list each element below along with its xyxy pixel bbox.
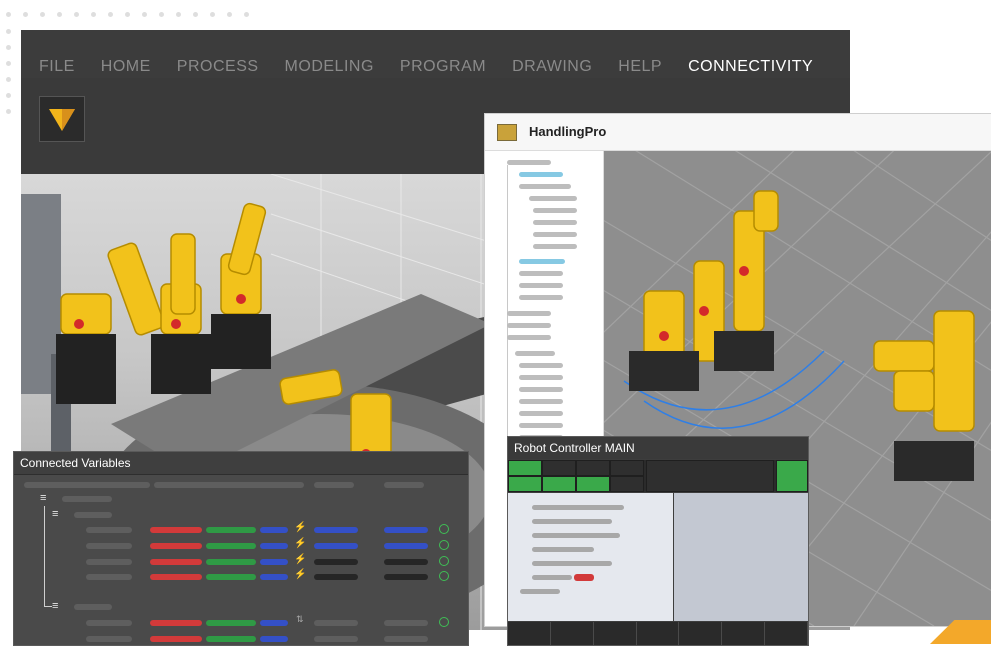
tree-item[interactable] [533, 232, 577, 237]
program-line[interactable] [532, 533, 620, 538]
tree-item[interactable] [519, 399, 563, 404]
status-display [646, 460, 774, 492]
tree-item[interactable] [519, 375, 563, 380]
tree-item[interactable] [507, 323, 551, 328]
tree-item[interactable] [519, 283, 563, 288]
robot-controller-title-bar: Robot Controller MAIN [508, 437, 808, 459]
column-header [24, 482, 150, 488]
program-line[interactable] [532, 505, 624, 510]
program-line[interactable] [532, 547, 594, 552]
menu: FILE HOME PROCESS MODELING PROGRAM DRAWI… [39, 58, 839, 76]
column-header [154, 482, 304, 488]
robot-controller-panel: Robot Controller MAIN [507, 436, 809, 646]
column-header [314, 482, 354, 488]
tree-item-selected[interactable] [519, 172, 563, 177]
tree-item-selected[interactable] [519, 259, 565, 264]
status-cell [508, 476, 542, 492]
status-cell [576, 476, 610, 492]
function-key[interactable] [722, 622, 766, 645]
robot-controller-title: Robot Controller MAIN [514, 441, 635, 455]
status-cell [542, 476, 576, 492]
tree-item[interactable] [515, 351, 555, 356]
tree-item[interactable] [533, 220, 577, 225]
tree-item[interactable] [519, 363, 563, 368]
function-key[interactable] [508, 622, 551, 645]
list-icon[interactable]: ≡ [52, 600, 58, 612]
controller-status-grid [508, 460, 808, 492]
tree-connector [44, 506, 45, 606]
tree-item[interactable] [519, 423, 563, 428]
connected-variables-title: Connected Variables [20, 456, 131, 470]
list-icon[interactable]: ≡ [40, 492, 46, 504]
function-key[interactable] [594, 622, 637, 645]
menu-item-process[interactable]: PROCESS [177, 58, 259, 76]
tree-item[interactable] [507, 160, 551, 165]
check-circle-icon [439, 556, 449, 566]
status-cell [610, 476, 644, 492]
program-line[interactable] [532, 575, 572, 580]
menu-item-modeling[interactable]: MODELING [285, 58, 374, 76]
status-cell [542, 460, 576, 476]
tree-item[interactable] [519, 411, 563, 416]
tree-item[interactable] [529, 196, 577, 201]
tree-item[interactable] [519, 387, 563, 392]
menu-item-home[interactable]: HOME [101, 58, 151, 76]
function-key[interactable] [551, 622, 594, 645]
tree-item[interactable] [507, 311, 551, 316]
check-circle-icon [439, 617, 449, 627]
tree-item[interactable] [519, 295, 563, 300]
status-indicator [776, 460, 808, 492]
check-circle-icon [439, 540, 449, 550]
menu-item-file[interactable]: FILE [39, 58, 75, 76]
function-key[interactable] [637, 622, 680, 645]
function-key[interactable] [765, 622, 809, 645]
connected-variables-panel: Connected Variables ≡ ≡ ⚡ ⚡ ⚡ ⚡ ≡ ⇅ [13, 451, 469, 646]
program-line[interactable] [532, 519, 612, 524]
check-circle-icon [439, 524, 449, 534]
status-cell [576, 460, 610, 476]
link-icon: ⇅ [296, 614, 304, 624]
menu-item-drawing[interactable]: DRAWING [512, 58, 592, 76]
tree-item[interactable] [519, 184, 571, 189]
handlingpro-title-bar: HandlingPro [485, 114, 991, 151]
status-cell [508, 460, 542, 476]
tree-item[interactable] [519, 271, 563, 276]
function-key[interactable] [679, 622, 723, 645]
handlingpro-app-icon [497, 124, 517, 141]
lightning-icon: ⚡ [294, 569, 307, 580]
column-header [384, 482, 424, 488]
function-key-bar [508, 622, 809, 645]
menu-item-program[interactable]: PROGRAM [400, 58, 486, 76]
lightning-icon: ⚡ [294, 554, 307, 565]
status-cell [610, 460, 644, 476]
group-label [62, 496, 112, 502]
program-line[interactable] [520, 589, 560, 594]
menu-item-connectivity[interactable]: CONNECTIVITY [688, 58, 813, 76]
list-icon[interactable]: ≡ [52, 508, 58, 520]
controller-side-panel [674, 493, 808, 621]
vendor-v-logo-icon[interactable] [39, 96, 85, 142]
lightning-icon: ⚡ [294, 522, 307, 533]
connected-variables-title-bar: Connected Variables [14, 452, 468, 475]
group-label [74, 604, 112, 610]
tree-item[interactable] [507, 335, 551, 340]
lightning-icon: ⚡ [294, 538, 307, 549]
program-listing[interactable] [508, 493, 673, 621]
tree-item[interactable] [533, 208, 577, 213]
error-marker [574, 574, 594, 581]
check-circle-icon [439, 571, 449, 581]
tree-item[interactable] [533, 244, 577, 249]
handlingpro-title: HandlingPro [529, 124, 607, 139]
program-line[interactable] [532, 561, 612, 566]
menu-item-help[interactable]: HELP [618, 58, 662, 76]
group-label [74, 512, 112, 518]
